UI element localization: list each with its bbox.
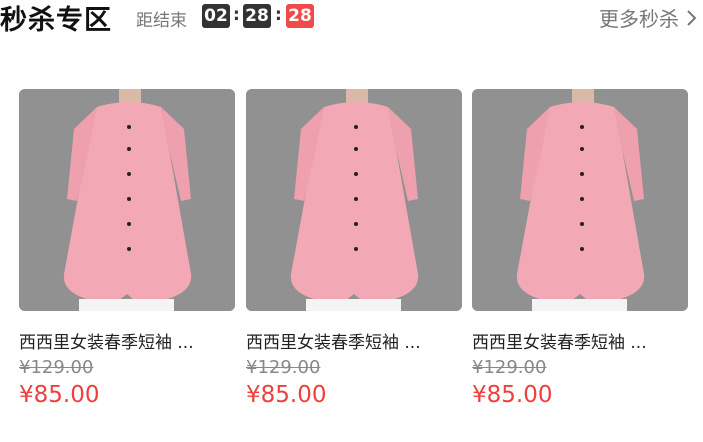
product-card[interactable]: 西西里女装春季短袖 ... ¥129.00 ¥85.00 — [472, 89, 688, 408]
product-name: 西西里女装春季短袖 ... — [472, 333, 647, 353]
chevron-right-icon — [687, 9, 697, 26]
countdown-hours: 02 — [202, 4, 230, 28]
sale-price: ¥85.00 — [472, 382, 553, 408]
product-name: 西西里女装春季短袖 ... — [19, 333, 194, 353]
product-card[interactable]: 西西里女装春季短袖 ... ¥129.00 ¥85.00 — [19, 89, 235, 408]
countdown-separator: : — [275, 5, 282, 25]
product-image — [246, 89, 462, 311]
section-title: 秒杀专区 — [0, 5, 112, 36]
countdown-minutes: 28 — [243, 4, 271, 28]
original-price: ¥129.00 — [472, 357, 547, 378]
countdown-label: 距结束 — [136, 11, 187, 31]
countdown-seconds: 28 — [286, 4, 314, 28]
product-name: 西西里女装春季短袖 ... — [246, 333, 421, 353]
flash-sale-header: 秒杀专区 距结束 02 : 28 : 28 更多秒杀 — [0, 0, 703, 36]
more-flash-sale-label: 更多秒杀 — [599, 7, 679, 31]
countdown-separator: : — [233, 5, 240, 25]
product-card[interactable]: 西西里女装春季短袖 ... ¥129.00 ¥85.00 — [246, 89, 462, 408]
original-price: ¥129.00 — [246, 357, 321, 378]
product-image — [19, 89, 235, 311]
sale-price: ¥85.00 — [19, 382, 100, 408]
more-flash-sale-link[interactable]: 更多秒杀 — [599, 3, 703, 32]
original-price: ¥129.00 — [19, 357, 94, 378]
product-image — [472, 89, 688, 311]
sale-price: ¥85.00 — [246, 382, 327, 408]
